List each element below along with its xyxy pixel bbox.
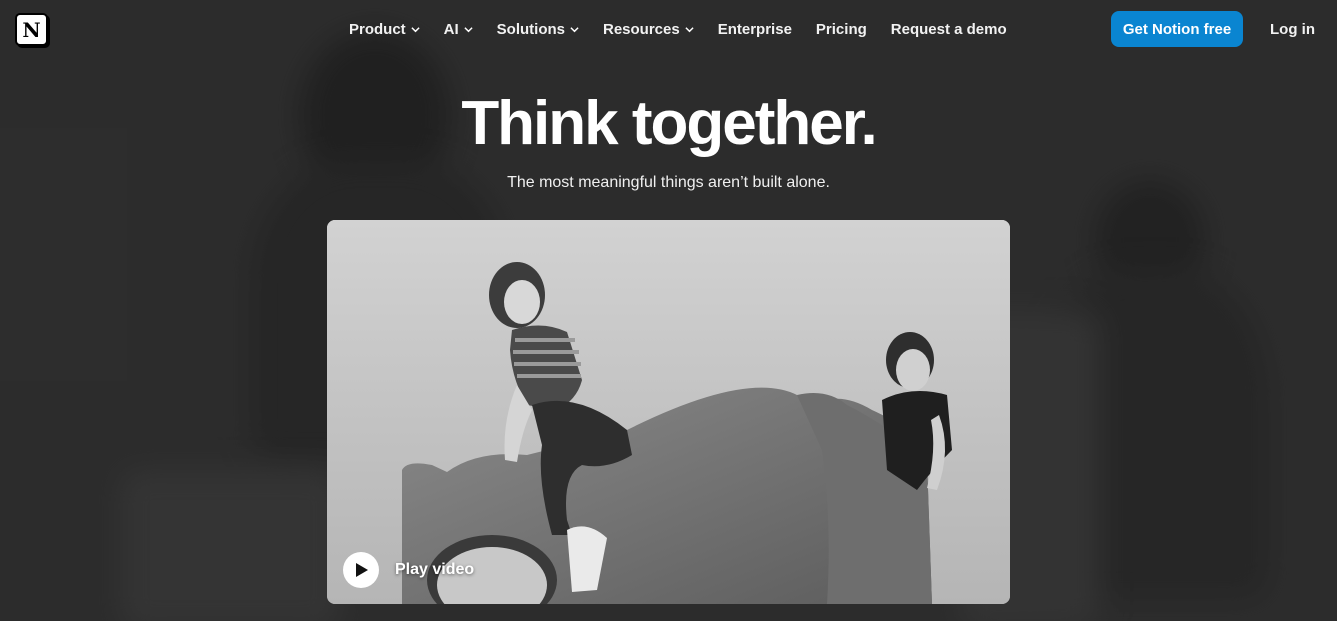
chevron-down-icon — [464, 26, 473, 32]
nav-item-label: AI — [443, 20, 459, 38]
nav-item-label: Pricing — [815, 20, 867, 38]
get-notion-free-button[interactable]: Get Notion free — [1111, 11, 1243, 47]
hero-subtitle: The most meaningful things aren’t built … — [507, 174, 830, 191]
hero-title: Think together. — [461, 89, 877, 158]
nav-item-solutions[interactable]: Solutions — [485, 15, 591, 44]
top-navigation-bar: N Product AI Solutions Resources Enterpr… — [0, 0, 1337, 58]
nav-item-product[interactable]: Product — [337, 15, 432, 44]
play-icon — [356, 563, 368, 577]
nav-item-pricing[interactable]: Pricing — [804, 15, 879, 44]
chevron-down-icon — [570, 26, 579, 32]
nav-item-label: Solutions — [496, 20, 565, 38]
nav-item-resources[interactable]: Resources — [591, 15, 706, 44]
chevron-down-icon — [685, 26, 694, 32]
play-button[interactable] — [343, 552, 379, 588]
play-video-label[interactable]: Play video — [395, 561, 474, 579]
video-player[interactable]: Play video — [327, 220, 1010, 604]
nav-item-label: Enterprise — [717, 20, 792, 38]
notion-logo-icon[interactable]: N — [15, 13, 48, 46]
log-in-link[interactable]: Log in — [1262, 11, 1323, 47]
nav-item-request-demo[interactable]: Request a demo — [879, 15, 1019, 44]
nav-item-enterprise[interactable]: Enterprise — [706, 15, 804, 44]
video-thumbnail-image — [327, 220, 1010, 604]
nav-item-ai[interactable]: AI — [432, 15, 485, 44]
nav-item-label: Product — [349, 20, 406, 38]
main-nav: Product AI Solutions Resources Enterpris… — [337, 0, 1019, 58]
play-video-control[interactable]: Play video — [343, 552, 474, 588]
chevron-down-icon — [411, 26, 420, 32]
nav-item-label: Resources — [603, 20, 680, 38]
nav-item-label: Request a demo — [890, 20, 1007, 38]
